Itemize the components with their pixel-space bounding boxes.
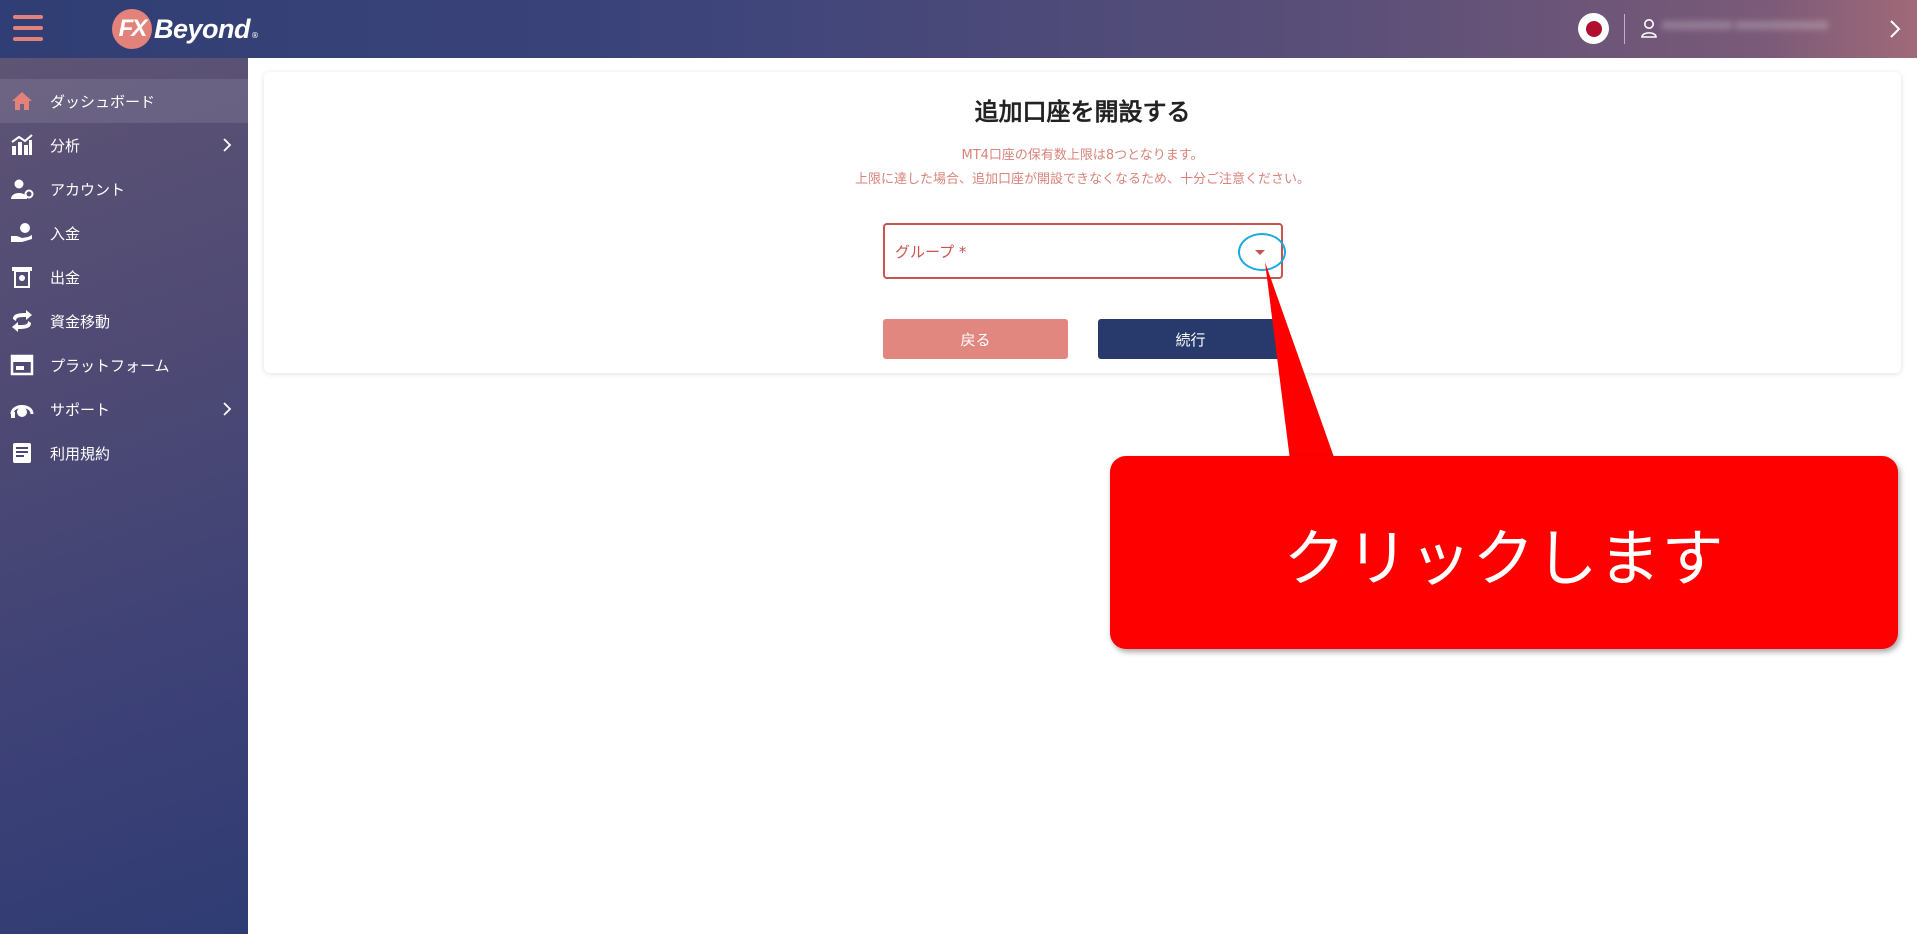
sidebar-item-label: アカウント — [50, 181, 126, 199]
page-title: 追加口座を開設する — [974, 98, 1191, 126]
home-icon — [12, 92, 32, 110]
sidebar-item-label: 資金移動 — [50, 313, 111, 331]
sidebar-item-terms[interactable]: 利用規約 — [0, 431, 248, 475]
sidebar-item-support[interactable]: サポート — [0, 387, 248, 431]
chevron-right-icon[interactable] — [1888, 17, 1902, 41]
logo-text: Beyond — [154, 13, 251, 44]
sidebar-item-label: プラットフォーム — [50, 357, 170, 375]
chevron-right-icon — [223, 402, 232, 416]
sidebar-item-label: 分析 — [50, 137, 81, 155]
sidebar-item-transfer[interactable]: 資金移動 — [0, 299, 248, 343]
sidebar-item-deposit[interactable]: 入金 — [0, 211, 248, 255]
group-select-label: グループ * — [895, 243, 967, 261]
continue-button[interactable]: 続行 — [1098, 319, 1283, 359]
sidebar-item-label: 入金 — [50, 225, 81, 243]
sidebar: ダッシュボード 分析 アカウント 入金 出金 資金移動 プラットフォーム サポー… — [0, 58, 248, 934]
sidebar-nav: ダッシュボード 分析 アカウント 入金 出金 資金移動 プラットフォーム サポー… — [0, 79, 248, 475]
sidebar-item-platform[interactable]: プラットフォーム — [0, 343, 248, 387]
chevron-right-icon — [223, 138, 232, 152]
deposit-icon — [11, 223, 32, 242]
menu-toggle-icon[interactable] — [13, 15, 43, 41]
fxbeyond-logo[interactable]: FX Beyond ® — [112, 8, 259, 50]
platform-icon — [10, 354, 34, 376]
sidebar-item-label: サポート — [50, 401, 111, 419]
account-limit-notice: MT4口座の保有数上限は8つとなります。 — [961, 148, 1204, 163]
callout-box: クリックします — [1110, 456, 1898, 649]
chart-icon — [11, 134, 33, 155]
top-header: FX Beyond ® xxxxxxxxx-xxxxxxxxxxxx — [0, 0, 1917, 58]
japan-flag-icon[interactable] — [1578, 13, 1609, 44]
sidebar-item-withdraw[interactable]: 出金 — [0, 255, 248, 299]
transfer-icon — [12, 310, 32, 332]
sidebar-item-label: ダッシュボード — [50, 93, 156, 111]
user-icon[interactable] — [1640, 18, 1658, 38]
account-limit-warning: 上限に達した場合、追加口座が開設できなくなるため、十分ご注意ください。 — [854, 172, 1310, 187]
user-name[interactable]: xxxxxxxxx-xxxxxxxxxxxx — [1662, 18, 1837, 38]
logo-badge: FX — [112, 9, 152, 49]
open-additional-account-card: 追加口座を開設する MT4口座の保有数上限は8つとなります。 上限に達した場合、… — [264, 72, 1901, 373]
sidebar-item-dashboard[interactable]: ダッシュボード — [0, 79, 248, 123]
sidebar-item-label: 出金 — [50, 269, 81, 287]
sidebar-item-analysis[interactable]: 分析 — [0, 123, 248, 167]
callout-text: クリックします — [1283, 521, 1725, 595]
group-select[interactable]: グループ * — [883, 223, 1283, 279]
highlight-circle — [1238, 233, 1286, 271]
sidebar-item-account[interactable]: アカウント — [0, 167, 248, 211]
logo-registered-mark: ® — [251, 31, 260, 40]
terms-icon — [13, 443, 31, 463]
user-settings-icon — [11, 179, 34, 199]
back-button[interactable]: 戻る — [883, 319, 1068, 359]
sidebar-item-label: 利用規約 — [50, 445, 111, 463]
header-divider — [1624, 14, 1625, 44]
support-icon — [10, 405, 34, 418]
withdraw-icon — [12, 267, 32, 288]
